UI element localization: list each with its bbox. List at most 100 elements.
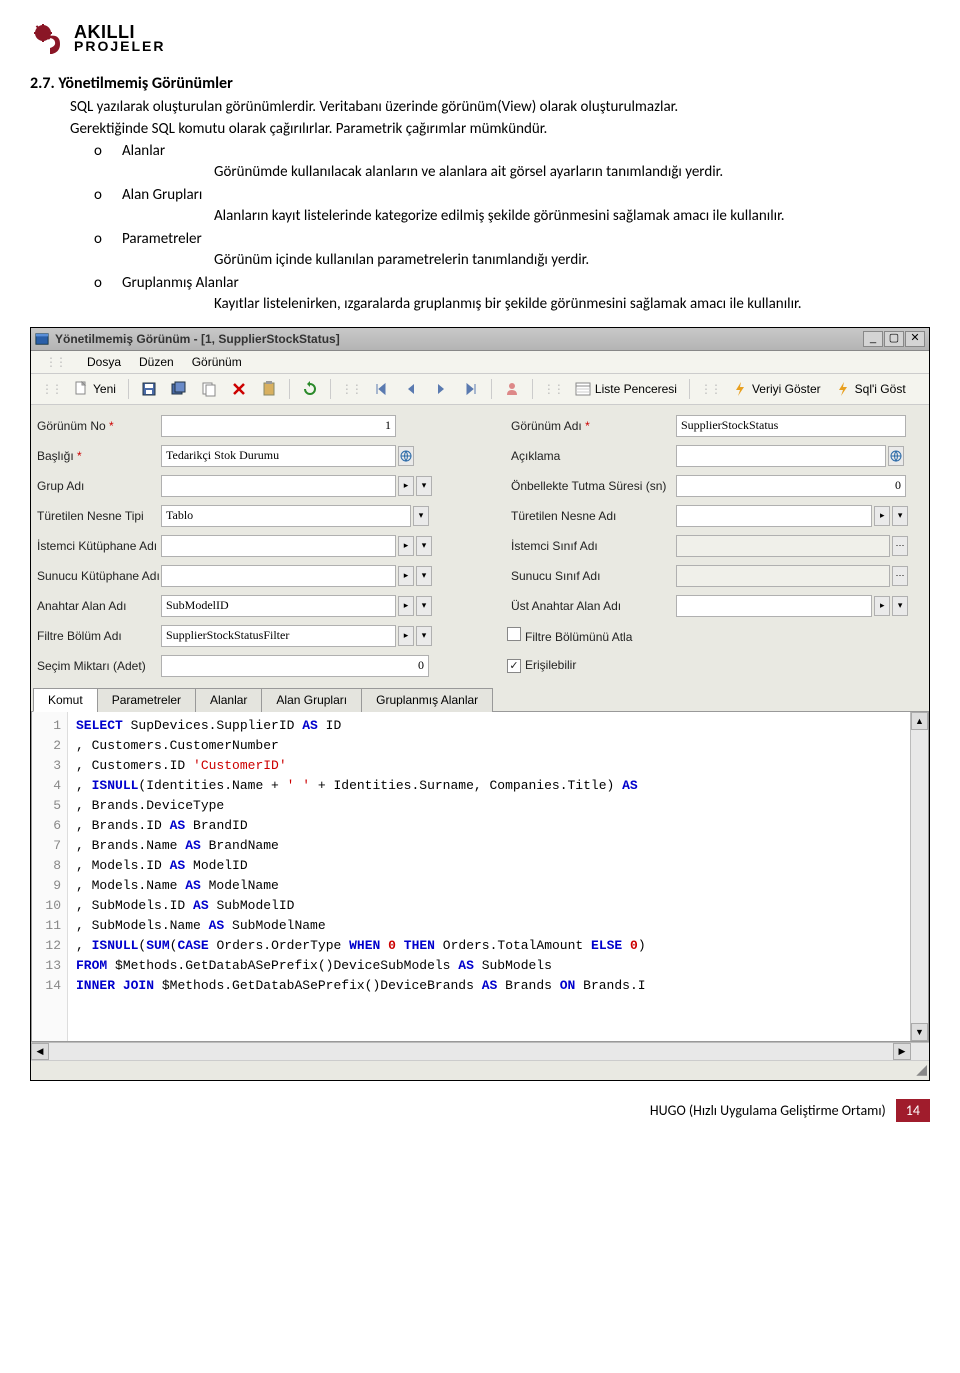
dropdown-button[interactable]: ▾ [416,596,432,616]
input-onbellek[interactable] [676,475,906,497]
titlebar: Yönetilmemiş Görünüm - [1, SupplierStock… [31,328,929,351]
label-onbellek: Önbellekte Tutma Süresi (sn) [501,479,676,493]
separator [491,379,492,399]
picker-button[interactable]: ▸ [398,536,414,556]
show-data-button[interactable]: Veriyi Göster [726,378,827,400]
scrollbar-vertical[interactable]: ▲ ▼ [910,712,928,1041]
label-aciklama: Açıklama [501,449,676,463]
form-area: Görünüm No * Görünüm Adı * Başlığı * Açı… [31,405,929,681]
checkbox-erisilebilir[interactable]: ✓ [507,659,521,673]
menu-edit[interactable]: Düzen [139,355,174,369]
save-button[interactable] [135,378,163,400]
paste-button[interactable] [255,378,283,400]
next-icon [433,381,449,397]
bullet-desc-parametreler: Görünüm içinde kullanılan parametrelerin… [214,250,930,270]
dropdown-button[interactable]: ▾ [416,476,432,496]
dropdown-button[interactable]: ▾ [892,506,908,526]
picker-button[interactable]: ▸ [874,596,890,616]
separator [330,379,331,399]
input-gorunum-no[interactable] [161,415,396,437]
details-button[interactable]: ⋯ [892,536,908,556]
refresh-button[interactable] [296,378,324,400]
input-sunucu-sinif[interactable] [676,565,890,587]
paste-icon [261,381,277,397]
tab-komut[interactable]: Komut [33,688,98,712]
dropdown-button[interactable]: ▾ [416,536,432,556]
tab-gruplanmis-alanlar[interactable]: Gruplanmış Alanlar [361,688,493,712]
bullet-label-alan-gruplari: Alan Grupları [122,186,202,204]
input-sunucu-kutuphane[interactable] [161,565,396,587]
tab-alanlar[interactable]: Alanlar [195,688,262,712]
nav-first-button[interactable] [367,378,395,400]
close-button[interactable]: ✕ [905,331,925,347]
input-anahtar-alan[interactable] [161,595,396,617]
picker-button[interactable]: ▸ [874,506,890,526]
nav-next-button[interactable] [427,378,455,400]
last-icon [463,381,479,397]
menu-view[interactable]: Görünüm [192,355,242,369]
menu-file[interactable]: Dosya [87,355,121,369]
maximize-button[interactable]: ▢ [884,331,904,347]
globe-icon [400,450,412,462]
minimize-button[interactable]: _ [863,331,883,347]
label-erisilebilir: ✓Erişilebilir [501,658,676,673]
scrollbar-horizontal[interactable]: ◀ ▶ [31,1042,929,1060]
input-aciklama[interactable] [676,445,886,467]
dropdown-button[interactable]: ▾ [413,506,429,526]
input-grup-adi[interactable] [161,475,396,497]
input-istemci-sinif[interactable] [676,535,890,557]
globe-button[interactable] [398,446,414,466]
save-all-button[interactable] [165,378,193,400]
globe-icon [890,450,902,462]
details-button[interactable]: ⋯ [892,566,908,586]
input-turetilen-adi[interactable] [676,505,872,527]
picker-button[interactable]: ▸ [398,566,414,586]
label-gorunum-no: Görünüm No * [31,419,161,433]
grip-icon: ⋮⋮ [337,382,365,396]
input-ust-anahtar-alan[interactable] [676,595,872,617]
picker-button[interactable]: ▸ [398,596,414,616]
section-heading: 2.7. Yönetilmemiş Görünümler [30,74,930,93]
app-window: Yönetilmemiş Görünüm - [1, SupplierStock… [30,327,930,1081]
input-istemci-kutuphane[interactable] [161,535,396,557]
dropdown-button[interactable]: ▾ [416,566,432,586]
label-basligi: Başlığı * [31,449,161,463]
bullet-marker: o [94,186,122,204]
code-content[interactable]: SELECT SupDevices.SupplierID AS ID, Cust… [68,712,910,1041]
scroll-up-button[interactable]: ▲ [911,712,928,730]
bullet-desc-alan-gruplari: Alanların kayıt listelerinde kategorize … [214,206,930,226]
nav-prev-button[interactable] [397,378,425,400]
dropdown-button[interactable]: ▾ [892,596,908,616]
code-editor[interactable]: 1234567891011121314 SELECT SupDevices.Su… [31,712,929,1042]
input-secim-miktari[interactable] [161,655,429,677]
scroll-down-button[interactable]: ▼ [911,1023,928,1041]
input-basligi[interactable] [161,445,396,467]
resize-grip-icon[interactable]: ◢ [916,1061,927,1078]
dropdown-button[interactable]: ▾ [416,626,432,646]
show-sql-button[interactable]: Sql'i Göst [829,378,912,400]
copy-button[interactable] [195,378,223,400]
list-window-button[interactable]: Liste Penceresi [569,378,683,400]
scroll-left-button[interactable]: ◀ [31,1043,49,1060]
input-gorunum-adi[interactable] [676,415,906,437]
picker-button[interactable]: ▸ [398,626,414,646]
separator [689,379,690,399]
label-filtre-atla: Filtre Bölümünü Atla [501,627,676,644]
checkbox-filtre-atla[interactable] [507,627,521,641]
delete-button[interactable] [225,378,253,400]
new-button[interactable]: Yeni [67,378,122,400]
nav-last-button[interactable] [457,378,485,400]
picker-button[interactable]: ▸ [398,476,414,496]
input-filtre-bolum[interactable] [161,625,396,647]
bullet-label-alanlar: Alanlar [122,142,165,160]
scroll-right-button[interactable]: ▶ [893,1043,911,1060]
label-filtre-bolum: Filtre Bölüm Adı [31,629,161,643]
para-1: SQL yazılarak oluşturulan görünümlerdir.… [70,97,930,117]
globe-button[interactable] [888,446,904,466]
input-turetilen-tip[interactable] [161,505,411,527]
logo-line2: PROJELER [74,40,165,53]
tab-alan-gruplari[interactable]: Alan Grupları [261,688,362,712]
line-gutter: 1234567891011121314 [32,712,68,1041]
tab-parametreler[interactable]: Parametreler [97,688,196,712]
user-button[interactable] [498,378,526,400]
